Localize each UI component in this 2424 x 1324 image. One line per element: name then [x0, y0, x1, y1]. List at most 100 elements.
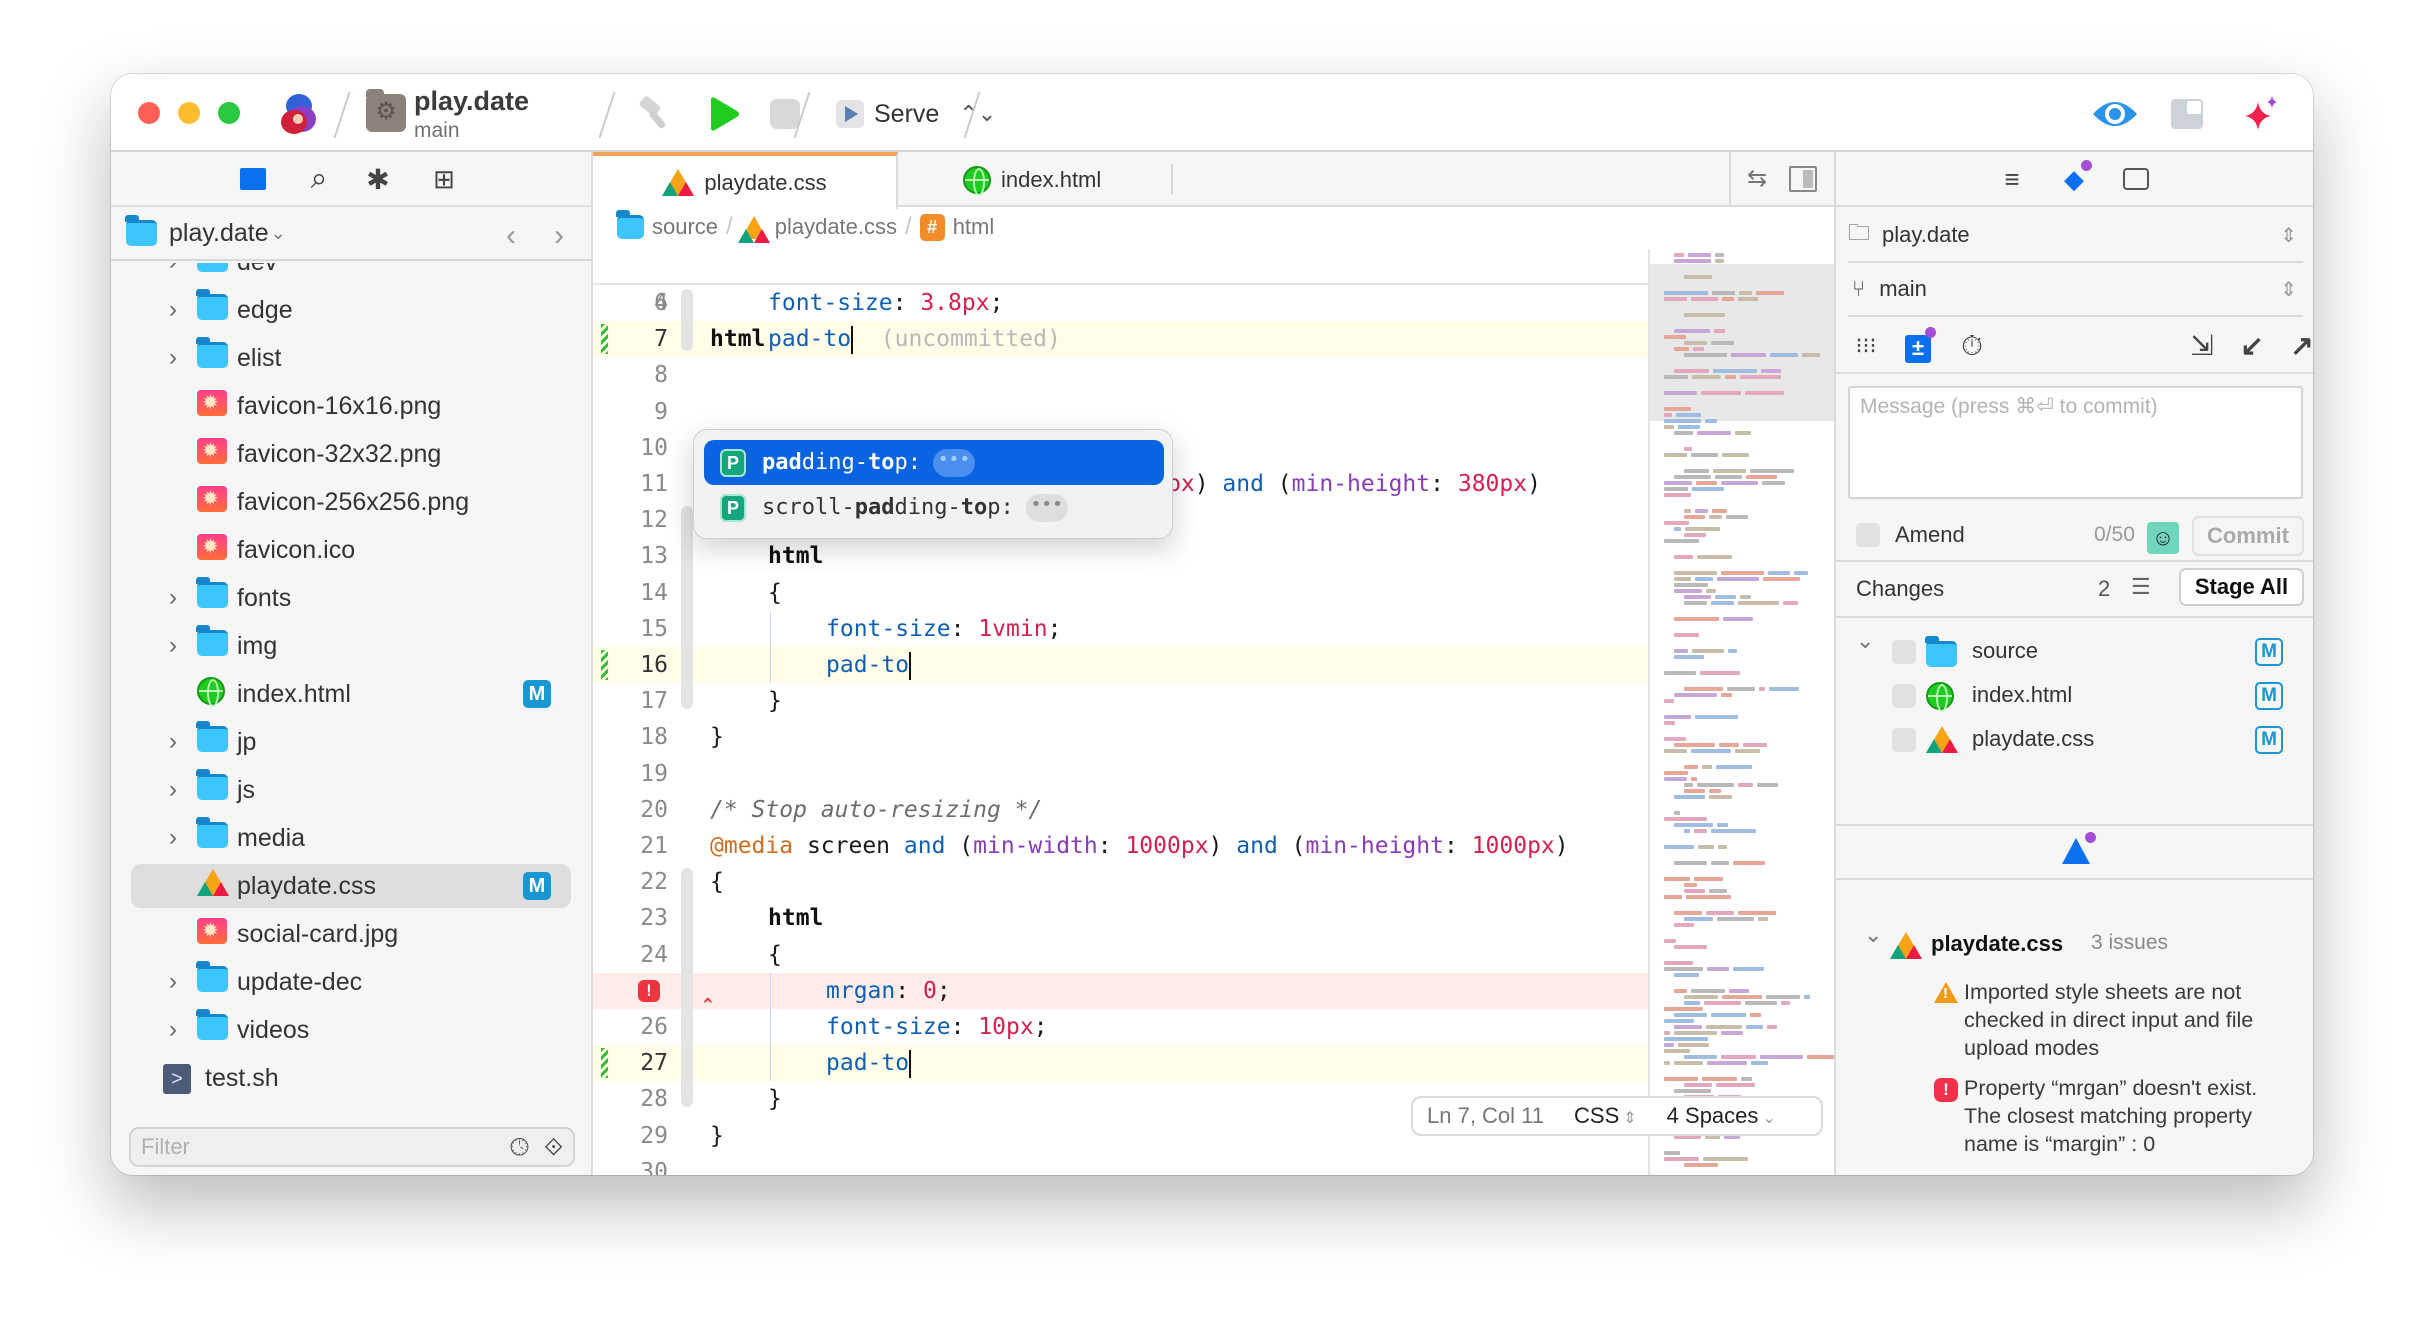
close-window-button[interactable]	[138, 102, 160, 124]
source-control-filter-icon[interactable]: ⟐	[544, 1134, 563, 1162]
minimap-viewport[interactable]	[1650, 264, 1834, 421]
chevron-right-icon[interactable]: ›	[169, 296, 177, 324]
more-ellipsis-icon[interactable]: •••	[1025, 493, 1068, 522]
ai-sparkle-icon[interactable]	[2241, 94, 2281, 134]
chevron-right-icon[interactable]: ›	[169, 1016, 177, 1044]
repository-selector[interactable]: 🗀︎ play.date ⇕	[1848, 209, 2303, 263]
code-line[interactable]: 27 pad-to	[593, 1045, 1648, 1082]
code-line[interactable]: 8	[593, 357, 1648, 393]
code-line[interactable]: 22 {	[593, 864, 1648, 900]
file-tree-item[interactable]: favicon-256x256.png	[131, 480, 571, 524]
file-tree-item[interactable]: favicon.ico	[131, 528, 571, 572]
files-tab-folder-icon[interactable]	[238, 164, 268, 194]
change-item[interactable]: ⌄ source M	[1836, 628, 2313, 674]
code-area[interactable]: 4 html 6font-size: 3.8px;7pad-to (uncomm…	[593, 249, 1648, 1175]
compare-arrows-icon[interactable]: ⇆	[1747, 164, 1767, 193]
tab-index-html[interactable]: index.html	[963, 152, 1101, 207]
fold-ribbon[interactable]	[681, 940, 693, 1097]
tab-playdate-css[interactable]: playdate.css	[593, 152, 898, 209]
file-tree-item[interactable]: › fonts	[131, 576, 571, 620]
run-play-icon[interactable]	[703, 94, 743, 134]
grid-icon[interactable]: ⊞	[429, 164, 459, 194]
file-tree-item[interactable]: index.html M	[131, 672, 571, 716]
chevron-right-icon[interactable]: ›	[169, 263, 177, 276]
issues-file-name[interactable]: playdate.css	[1931, 931, 2063, 957]
toggle-panel-icon[interactable]	[2167, 94, 2207, 134]
file-tree-item[interactable]: › edge	[131, 288, 571, 332]
preview-eye-icon[interactable]	[2091, 94, 2139, 134]
change-item[interactable]: index.html M	[1836, 674, 2313, 718]
branch-selector[interactable]: ⑂ main ⇕	[1848, 263, 2303, 317]
pull-arrow-icon[interactable]: ↙	[2236, 330, 2268, 362]
code-line[interactable]: 20 /* Stop auto-resizing */	[593, 792, 1648, 828]
outline-lines-icon[interactable]: ≡	[1996, 164, 2028, 196]
file-tree-item[interactable]: › media	[131, 816, 571, 860]
fold-ribbon[interactable]	[681, 578, 693, 695]
stopwatch-icon[interactable]: ⏱︎	[1956, 330, 1988, 362]
stage-checkbox[interactable]	[1892, 728, 1916, 752]
history-graph-icon[interactable]: ⁝⁝⁝	[1850, 330, 1882, 362]
build-hammer-icon[interactable]	[636, 94, 676, 134]
split-view-icon[interactable]	[1789, 166, 1817, 192]
fetch-icon[interactable]: ⇲	[2186, 330, 2218, 362]
chevron-right-icon[interactable]: ›	[169, 824, 177, 852]
file-tree-item[interactable]: › update-dec	[131, 960, 571, 1004]
more-ellipsis-icon[interactable]: •••	[932, 448, 975, 477]
breadcrumb-source[interactable]: source	[652, 214, 718, 240]
breadcrumb-file[interactable]: playdate.css	[775, 214, 897, 240]
file-tree-item[interactable]: › img	[131, 624, 571, 668]
code-line[interactable]: 9	[593, 394, 1648, 430]
code-line[interactable]: 16 pad-to	[593, 647, 1648, 683]
code-line[interactable]: 30	[593, 1154, 1648, 1175]
chevron-right-icon[interactable]: ›	[169, 632, 177, 660]
issue-item[interactable]: Property “mrgan” doesn't exist. The clos…	[1964, 1074, 2294, 1158]
stage-checkbox[interactable]	[1892, 640, 1916, 664]
issue-item[interactable]: Imported style sheets are not checked in…	[1964, 978, 2294, 1062]
language-selector[interactable]: CSS ⇕	[1574, 1103, 1637, 1129]
file-tree-item[interactable]: favicon-32x32.png	[131, 432, 571, 476]
staging-plusminus-icon[interactable]: ±	[1902, 327, 1936, 363]
chevron-right-icon[interactable]: ›	[169, 968, 177, 996]
filter-sliders-icon[interactable]: ☰	[2131, 574, 2151, 600]
file-tree-item[interactable]: › dev	[131, 263, 571, 284]
project-name[interactable]: play.date	[414, 86, 529, 117]
file-tree-item[interactable]: › js	[131, 768, 571, 812]
code-line[interactable]: 24 {	[593, 937, 1648, 973]
cursor-position[interactable]: Ln 7, Col 11	[1427, 1103, 1544, 1129]
minimap[interactable]	[1648, 249, 1834, 1175]
file-tree-item[interactable]: › videos	[131, 1008, 571, 1052]
source-control-diamond-icon[interactable]: ◆	[2058, 160, 2092, 196]
file-tree-item[interactable]: social-card.jpg	[131, 912, 571, 956]
symbols-asterisk-icon[interactable]: ✱	[363, 164, 393, 195]
commit-button[interactable]: Commit	[2192, 516, 2304, 556]
file-tree-item[interactable]: favicon-16x16.png	[131, 384, 571, 428]
app-logo-icon[interactable]	[277, 92, 319, 136]
code-line[interactable]: 19	[593, 756, 1648, 792]
chevron-right-icon[interactable]: ›	[169, 584, 177, 612]
stage-all-button[interactable]: Stage All	[2179, 568, 2304, 606]
stage-checkbox[interactable]	[1892, 684, 1916, 708]
code-line[interactable]: 6font-size: 3.8px;	[593, 285, 1648, 321]
issues-warning-icon[interactable]	[2062, 838, 2090, 864]
code-line[interactable]: 26 font-size: 10px;	[593, 1009, 1648, 1045]
file-tree-item[interactable]: playdate.css M	[131, 864, 571, 908]
filter-input[interactable]: Filter 🕓︎ ⟐	[129, 1127, 575, 1167]
search-icon[interactable]: ⌕	[304, 162, 334, 195]
code-line[interactable]: 18}	[593, 719, 1648, 755]
error-icon[interactable]: !	[638, 979, 660, 1002]
commit-message-input[interactable]: Message (press ⌘⏎ to commit)	[1848, 386, 2303, 499]
chevron-right-icon[interactable]: ›	[169, 776, 177, 804]
stop-icon[interactable]	[765, 94, 805, 134]
code-line[interactable]: 14 {	[593, 575, 1648, 611]
code-line[interactable]: 23 html	[593, 900, 1648, 936]
code-line[interactable]: ! ^ mrgan: 0;	[593, 972, 1648, 1014]
change-item[interactable]: playdate.css M	[1836, 718, 2313, 762]
amend-checkbox[interactable]	[1856, 523, 1880, 547]
code-line[interactable]: 21 @media screen and (min-width: 1000px) …	[593, 828, 1648, 864]
recent-clock-icon[interactable]: 🕓︎	[510, 1134, 529, 1162]
chevron-right-icon[interactable]: ›	[169, 728, 177, 756]
push-arrow-icon[interactable]: ↗	[2286, 330, 2313, 362]
minimize-window-button[interactable]	[178, 102, 200, 124]
file-tree-item[interactable]: › jp	[131, 720, 571, 764]
terminal-window-icon[interactable]	[2120, 164, 2152, 196]
